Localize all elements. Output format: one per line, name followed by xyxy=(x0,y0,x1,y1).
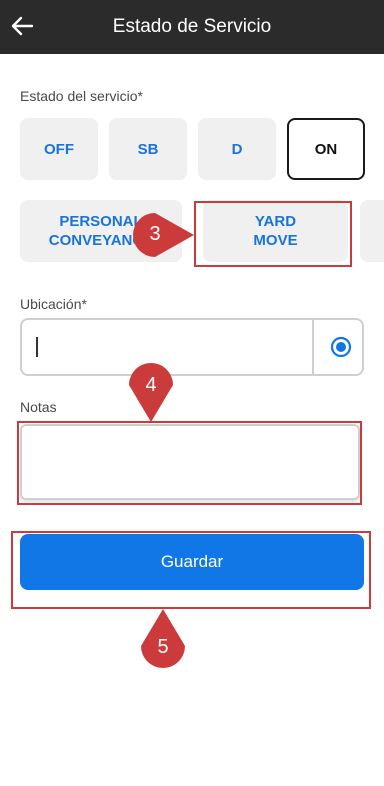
location-input-group xyxy=(20,318,364,376)
highlight-yard-move xyxy=(194,201,352,267)
annotation-marker-3-label: 3 xyxy=(149,223,161,245)
annotation-marker-4-label: 4 xyxy=(145,374,157,396)
location-label: Ubicación* xyxy=(20,296,87,312)
status-label: Estado del servicio* xyxy=(20,88,143,104)
app-header: Estado de Servicio xyxy=(0,0,384,54)
annotation-marker-5-label: 5 xyxy=(157,636,169,658)
page-title: Estado de Servicio xyxy=(112,16,272,37)
status-extra-button[interactable] xyxy=(360,200,384,262)
status-on-button[interactable]: ON xyxy=(287,118,365,180)
text-caret xyxy=(36,337,38,357)
notes-label: Notas xyxy=(20,399,57,415)
highlight-notes xyxy=(17,421,362,505)
status-sb-button[interactable]: SB xyxy=(109,118,187,180)
status-d-button[interactable]: D xyxy=(198,118,276,180)
radio-target-icon[interactable] xyxy=(326,332,356,362)
location-divider xyxy=(312,320,314,374)
status-off-button[interactable]: OFF xyxy=(20,118,98,180)
highlight-save xyxy=(11,531,371,609)
